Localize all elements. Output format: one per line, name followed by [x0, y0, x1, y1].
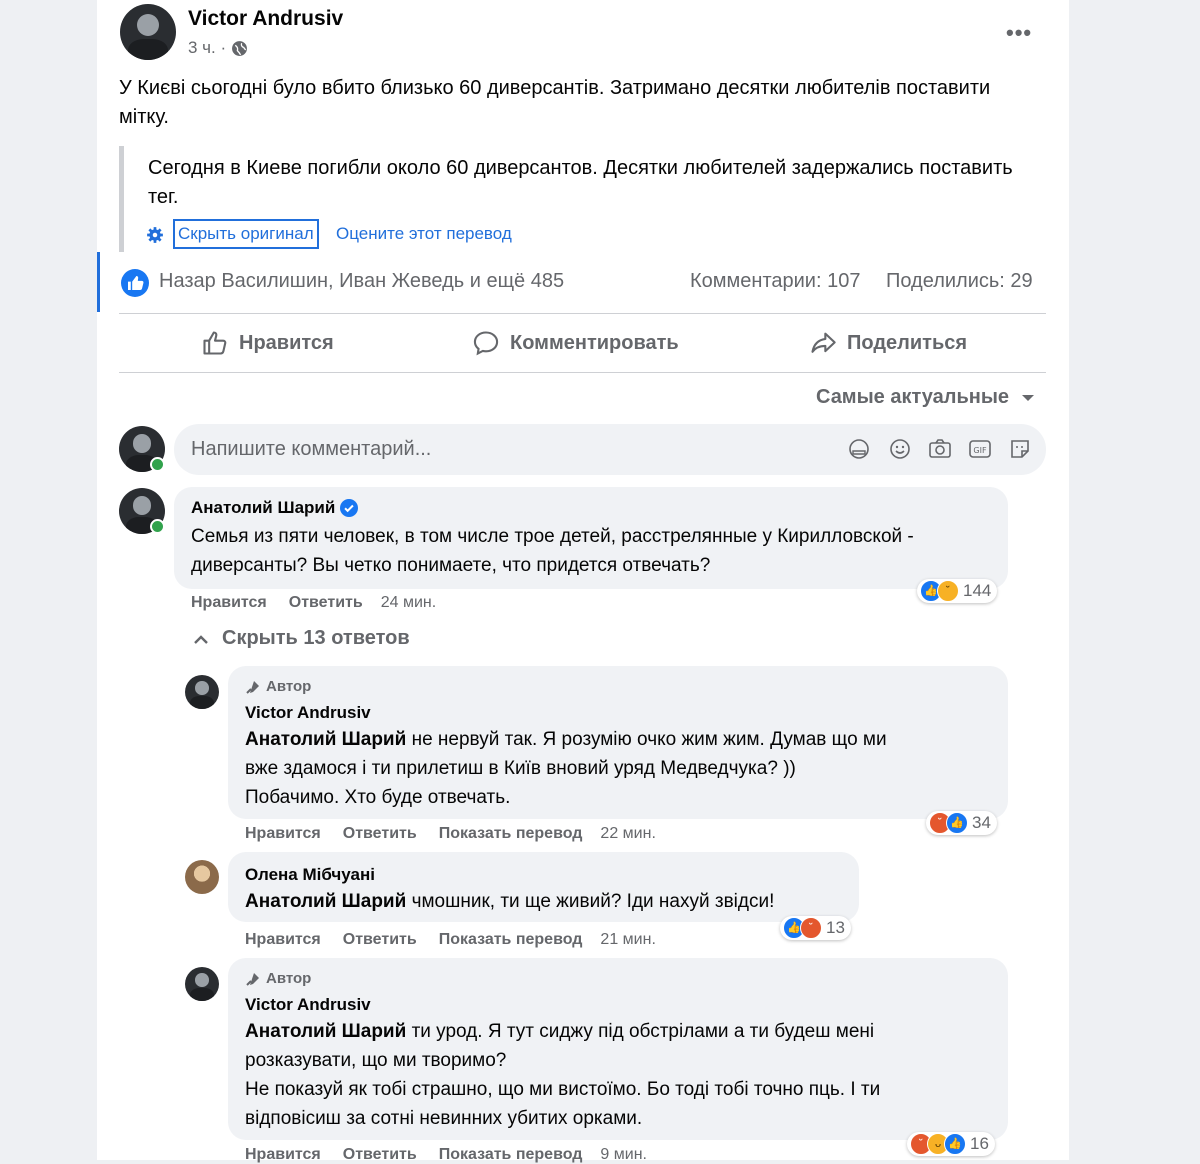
reply-avatar[interactable] [185, 967, 219, 1001]
reply-actions: Нравится Ответить Показать перевод 22 мин. [245, 825, 656, 843]
mention[interactable]: Анатолий Шарий [245, 891, 406, 912]
author-avatar[interactable] [120, 4, 176, 60]
shares-count[interactable]: Поделились: 29 [886, 270, 1033, 293]
comment-text: Семья из пяти человек, в том числе трое … [191, 526, 914, 576]
comment-input-placeholder: Напишите комментарий... [191, 438, 432, 460]
mention[interactable]: Анатолий Шарий [245, 1021, 406, 1042]
comment-reply-link[interactable]: Ответить [289, 594, 363, 611]
camera-icon[interactable] [928, 437, 952, 461]
reply-bubble: Автор Victor Andrusiv Анатолий Шарий ти … [228, 958, 1008, 1140]
emoji-icon[interactable] [888, 437, 912, 461]
like-icon: 👍 [946, 812, 968, 834]
online-indicator [150, 519, 165, 534]
reply-like-link[interactable]: Нравится [245, 1146, 321, 1163]
reply-text: Анатолий Шарий не нервуй так. Я розумію … [245, 729, 887, 808]
sticker-icon[interactable] [1008, 437, 1032, 461]
reply-author[interactable]: Victor Andrusiv [245, 995, 371, 1015]
comment-button[interactable]: Комментировать [472, 314, 679, 372]
online-indicator [150, 457, 165, 472]
post-timestamp[interactable]: 3 ч. · [188, 38, 248, 58]
reply-author[interactable]: Олена Мібчуані [245, 865, 375, 885]
comment-composer[interactable]: Напишите комментарий... GIF [174, 424, 1046, 475]
reply-reply-link[interactable]: Ответить [343, 825, 417, 842]
reply-reply-link[interactable]: Ответить [343, 931, 417, 948]
gif-icon[interactable]: GIF [968, 437, 992, 461]
chevron-up-icon [194, 634, 208, 644]
show-translation-link[interactable]: Показать перевод [439, 825, 583, 842]
comment-like-link[interactable]: Нравится [191, 594, 267, 611]
hide-original-link[interactable]: Скрыть оригинал [173, 219, 319, 249]
avatar-sticker-icon[interactable] [847, 437, 871, 461]
mention[interactable]: Анатолий Шарий [245, 729, 406, 750]
comment-bubble: Анатолий Шарий Семья из пяти человек, в … [174, 487, 1008, 589]
show-translation-link[interactable]: Показать перевод [439, 1146, 583, 1163]
settings-gear-icon[interactable] [146, 226, 164, 244]
author-badge: Автор [245, 970, 311, 987]
reply-like-link[interactable]: Нравится [245, 825, 321, 842]
reply-author[interactable]: Victor Andrusiv [245, 703, 371, 723]
reply-avatar[interactable] [185, 675, 219, 709]
author-badge: Автор [245, 678, 311, 695]
reply-reply-link[interactable]: Ответить [343, 1146, 417, 1163]
share-button[interactable]: Поделиться [809, 314, 967, 372]
post-card: Victor Andrusiv 3 ч. · ••• У Києві сього… [97, 0, 1069, 1163]
reply-bubble: Олена Мібчуані Анатолий Шарий чмошник, т… [228, 852, 859, 922]
reply-like-link[interactable]: Нравится [245, 931, 321, 948]
verified-badge-icon [340, 499, 359, 517]
reply-text: Анатолий Шарий чмошник, ти ще живий? Іди… [245, 891, 775, 912]
comment-actions: Нравится Ответить 24 мин. [191, 594, 436, 612]
like-button[interactable]: Нравится [201, 314, 334, 372]
caret-down-icon [1022, 394, 1035, 401]
translation-bar [119, 146, 124, 252]
sad-icon: ˘ [937, 580, 959, 602]
comment-reactions[interactable]: 👍 ˘ 144 [917, 579, 998, 603]
reactions-summary[interactable]: Назар Василишин, Иван Жеведь и ещё 485 [159, 270, 564, 293]
reply-time[interactable]: 9 мин. [600, 1146, 647, 1163]
share-arrow-icon [811, 332, 836, 353]
globe-icon [232, 40, 248, 56]
reply-actions: Нравится Ответить Показать перевод 21 мин. [245, 931, 656, 949]
hide-replies-toggle[interactable]: Скрыть 13 ответов [193, 627, 410, 650]
like-reaction-icon[interactable] [121, 269, 149, 297]
reply-actions: Нравится Ответить Показать перевод 9 мин. [245, 1146, 647, 1164]
reply-reactions[interactable]: 👍 ˘ 13 [780, 916, 851, 940]
post-actions: Нравится Комментировать Поделиться [119, 313, 1046, 373]
comments-count[interactable]: Комментарии: 107 [690, 270, 860, 293]
show-translation-link[interactable]: Показать перевод [439, 931, 583, 948]
comment-author[interactable]: Анатолий Шарий [191, 498, 359, 518]
more-options-icon[interactable]: ••• [1006, 20, 1032, 46]
svg-text:GIF: GIF [973, 446, 987, 455]
microphone-icon [246, 972, 259, 986]
focus-indicator [97, 252, 100, 312]
comment-time[interactable]: 24 мин. [381, 594, 436, 611]
post-text: У Києві сьогодні було вбито близько 60 д… [119, 77, 991, 128]
post-author-name[interactable]: Victor Andrusiv [188, 7, 343, 31]
angry-icon: ˘ [800, 917, 822, 939]
speech-bubble-icon [473, 331, 499, 356]
reply-time[interactable]: 22 мин. [600, 825, 655, 842]
reply-reactions[interactable]: ˘ ᴗ 👍 16 [907, 1132, 995, 1156]
reply-text: Анатолий Шарий ти урод. Я тут сиджу під … [245, 1021, 881, 1129]
rate-translation-link[interactable]: Оцените этот перевод [336, 224, 512, 244]
sort-dropdown[interactable]: Самые актуальные [816, 386, 1035, 409]
reply-avatar[interactable] [185, 860, 219, 894]
reply-time[interactable]: 21 мин. [600, 931, 655, 948]
microphone-icon [246, 680, 259, 694]
translated-text: Сегодня в Киеве погибли около 60 диверса… [148, 157, 1013, 208]
like-icon: 👍 [944, 1133, 966, 1155]
thumbs-up-icon [203, 331, 227, 355]
reply-reactions[interactable]: ˘ 👍 34 [926, 811, 997, 835]
reply-bubble: Автор Victor Andrusiv Анатолий Шарий не … [228, 666, 1008, 819]
